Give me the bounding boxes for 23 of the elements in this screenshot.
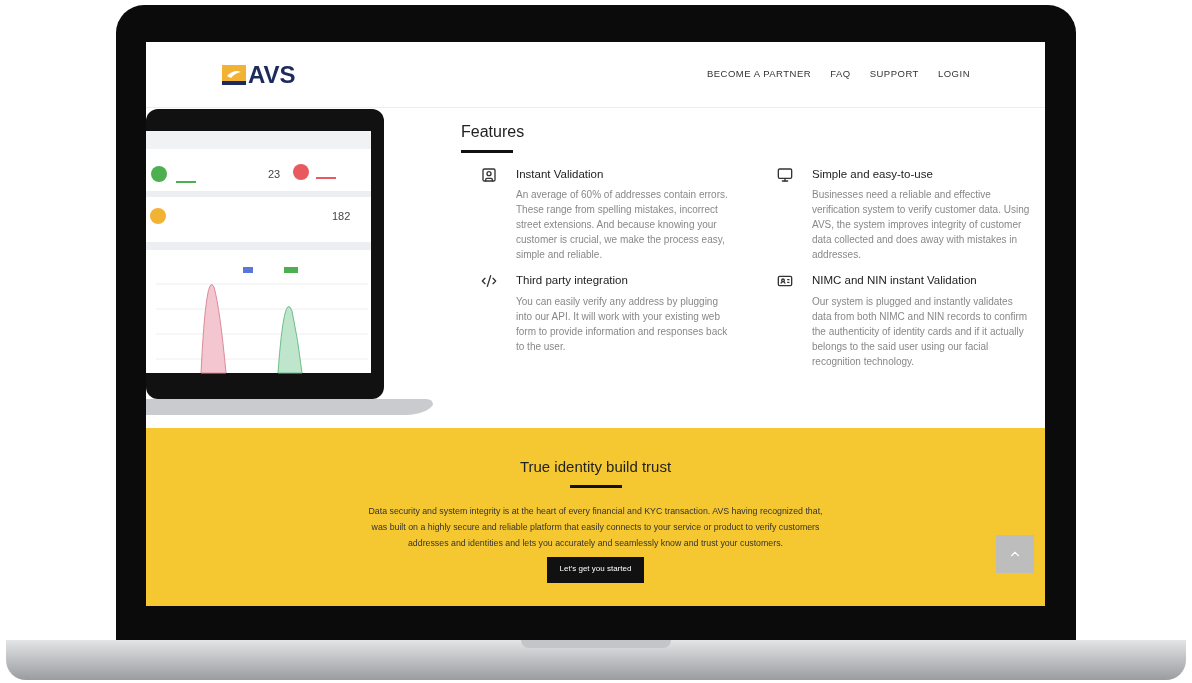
feature-title: Third party integration bbox=[516, 273, 629, 289]
laptop-dashboard-drawing: 23 182 bbox=[146, 109, 433, 416]
logo-icon bbox=[222, 64, 246, 85]
section-title: Features bbox=[461, 122, 526, 142]
logo-text: AVS bbox=[248, 62, 296, 87]
nav-link[interactable]: LOGIN bbox=[937, 67, 970, 82]
get-started-button[interactable]: Let's get you started bbox=[546, 556, 645, 583]
user-badge-icon bbox=[481, 167, 497, 183]
feature-description: An average of 60% of addresses contain errors. These range from spelling mistakes, incorrect street extensions. And because knowing your customer is crucial, we make the process easy, simple and reliable. bbox=[516, 188, 729, 263]
feature-title: Simple and easy-to-use bbox=[812, 167, 934, 182]
feature-description: You can easily verify any address by plugging into our API. It will work with your existing web form to provide information and responses back to the user. bbox=[516, 294, 729, 354]
nav-link[interactable]: BECOME A PARTNER bbox=[706, 67, 812, 82]
nav-link[interactable]: SUPPORT bbox=[869, 67, 919, 82]
cta-description: Data security and system integrity is at the heart of every financial and KYC transaction. AVS having recognized that, was built on a highly secure and reliable platform that easily connects to your service or product to verify customers addresses and identities and lets you accurately and seamlessly know and trust your customers. bbox=[368, 504, 823, 550]
nav-link[interactable]: FAQ bbox=[830, 67, 851, 82]
code-icon bbox=[481, 273, 497, 290]
monitor-icon bbox=[777, 167, 793, 183]
scroll-to-top-button[interactable] bbox=[996, 535, 1034, 573]
feature-description: Businesses need a reliable and effective verification system to verify customer data. Using AVS, the system improves integrity of customer data collected and does away with mistakes in addresses. bbox=[812, 188, 1030, 263]
feature-description: Our system is plugged and instantly validates data from both NIMC and NIN records to confirm the authenticity of identity cards and if it actually belongs to the said user using our facial recognition technology. bbox=[812, 294, 1029, 369]
cta-title: True identity build trust bbox=[519, 457, 672, 477]
feature-title: NIMC and NIN instant Validation bbox=[812, 273, 978, 289]
feature-title: Instant Validation bbox=[516, 167, 605, 182]
